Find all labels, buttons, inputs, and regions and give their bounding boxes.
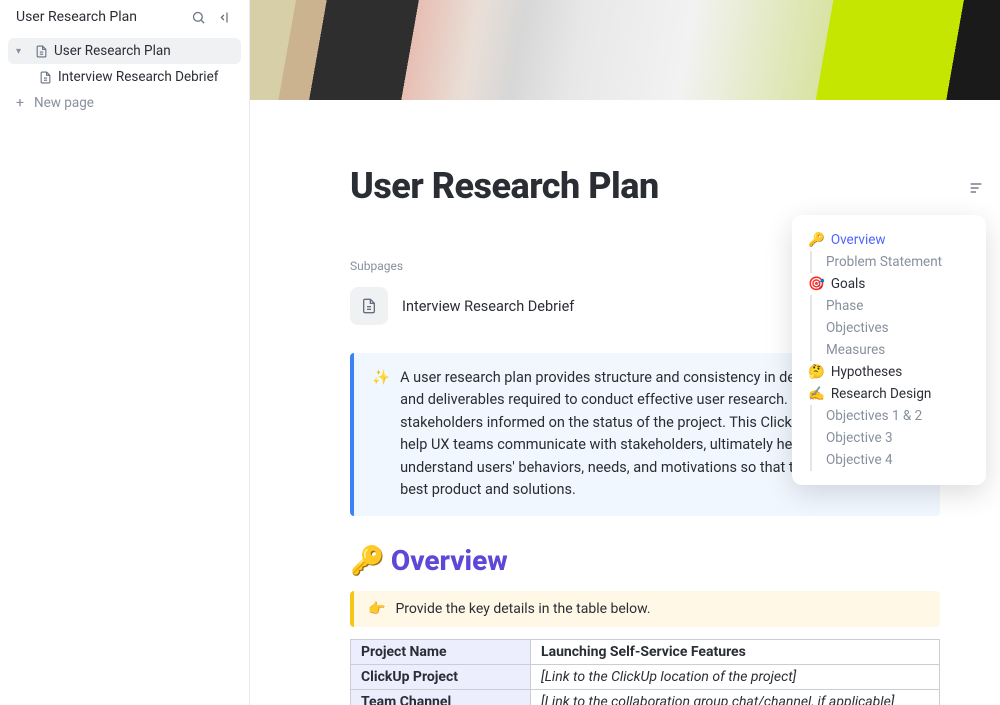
toc-subitem[interactable]: Measures (810, 339, 970, 361)
table-row[interactable]: Project NameLaunching Self-Service Featu… (351, 639, 940, 664)
toc-label: Phase (826, 298, 863, 314)
hint-text: Provide the key details in the table bel… (395, 601, 650, 617)
toc-subitem[interactable]: Objectives (810, 317, 970, 339)
table-value[interactable]: [Link to the ClickUp location of the pro… (531, 664, 940, 689)
toc-emoji: 🔑 (808, 232, 825, 248)
toc-label: Overview (831, 232, 886, 248)
caret-down-icon[interactable]: ▾ (16, 46, 28, 57)
table-key: Project Name (351, 639, 531, 664)
toc-subitem[interactable]: Objective 4 (810, 449, 970, 471)
toc-subitem[interactable]: Objective 3 (810, 427, 970, 449)
toc-emoji: 🎯 (808, 276, 825, 292)
table-value[interactable]: [Link to the collaboration group chat/ch… (531, 689, 940, 705)
toc-section[interactable]: 🔑 Overview (808, 229, 970, 251)
key-emoji: 🔑 (350, 544, 385, 577)
document-icon (34, 44, 48, 58)
plus-icon: + (16, 95, 28, 111)
toc-subitem[interactable]: Problem Statement (810, 251, 970, 273)
sidebar-item-interview-debrief[interactable]: Interview Research Debrief (30, 64, 241, 90)
overview-heading-text: Overview (391, 544, 508, 577)
hint-callout: 👉 Provide the key details in the table b… (350, 591, 940, 627)
toc-section[interactable]: ✍️ Research Design (808, 383, 970, 405)
table-row[interactable]: ClickUp Project[Link to the ClickUp loca… (351, 664, 940, 689)
main: User Research Plan Subpages Interview Re… (250, 0, 1000, 705)
toc-label: Research Design (831, 386, 932, 402)
toc-label: Objectives 1 & 2 (826, 408, 922, 424)
document-icon (350, 287, 388, 325)
document-icon (38, 70, 52, 84)
toc-emoji: ✍️ (808, 386, 825, 402)
details-table[interactable]: Project NameLaunching Self-Service Featu… (350, 639, 940, 705)
toc-section[interactable]: 🤔 Hypotheses (808, 361, 970, 383)
pointing-emoji: 👉 (368, 601, 385, 617)
sidebar-new-page[interactable]: + New page (8, 90, 241, 116)
toc-label: Objective 4 (826, 452, 893, 468)
sidebar: User Research Plan ▾ User Research Plan … (0, 0, 250, 705)
table-value[interactable]: Launching Self-Service Features (531, 639, 940, 664)
sidebar-new-page-label: New page (34, 95, 94, 111)
table-row[interactable]: Team Channel[Link to the collaboration g… (351, 689, 940, 705)
search-icon[interactable] (189, 8, 207, 26)
collapse-sidebar-icon[interactable] (215, 8, 233, 26)
page-title[interactable]: User Research Plan (350, 165, 940, 207)
toc-subitem[interactable]: Phase (810, 295, 970, 317)
table-key: ClickUp Project (351, 664, 531, 689)
cover-image[interactable] (250, 0, 1000, 100)
sidebar-title: User Research Plan (16, 9, 137, 25)
toc-label: Hypotheses (831, 364, 902, 380)
overview-heading: 🔑 Overview (350, 544, 940, 577)
subpage-title: Interview Research Debrief (402, 298, 574, 315)
toc-emoji: 🤔 (808, 364, 825, 380)
sidebar-header: User Research Plan (8, 0, 241, 38)
sidebar-item-label: Interview Research Debrief (58, 69, 218, 85)
toc-label: Objectives (826, 320, 889, 336)
toc-label: Goals (831, 276, 866, 292)
sidebar-item-label: User Research Plan (54, 43, 171, 59)
toc-subitem[interactable]: Objectives 1 & 2 (810, 405, 970, 427)
table-key: Team Channel (351, 689, 531, 705)
toc-label: Objective 3 (826, 430, 893, 446)
toc-section[interactable]: 🎯 Goals (808, 273, 970, 295)
sidebar-item-user-research-plan[interactable]: ▾ User Research Plan (8, 38, 241, 64)
toc-trigger-icon[interactable] (966, 178, 986, 198)
toc-label: Problem Statement (826, 254, 942, 270)
toc-label: Measures (826, 342, 885, 358)
sparkles-emoji: ✨ (372, 367, 390, 502)
toc-popover: 🔑 Overview Problem Statement🎯 Goals Phase Obj… (792, 215, 986, 485)
